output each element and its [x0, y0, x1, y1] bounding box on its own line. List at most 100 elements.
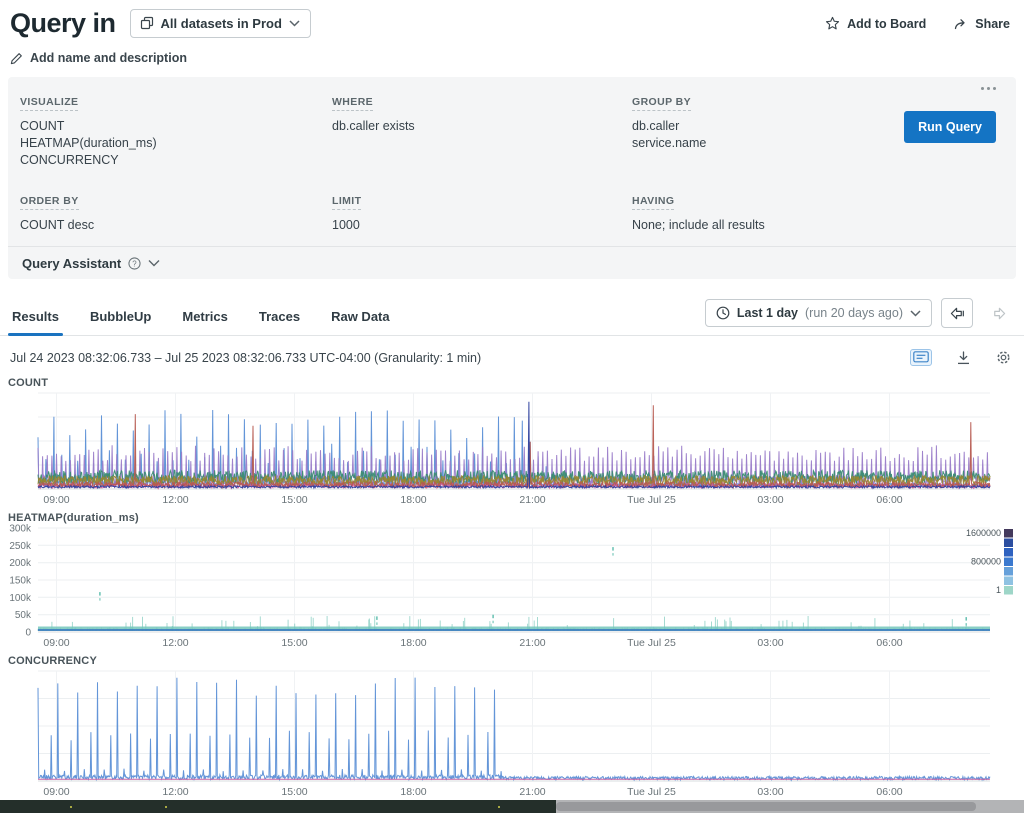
- svg-text:06:00: 06:00: [876, 637, 902, 649]
- results-tabs: Results BubbleUp Metrics Traces Raw Data…: [0, 299, 1024, 336]
- svg-text:03:00: 03:00: [757, 786, 783, 798]
- svg-text:12:00: 12:00: [162, 494, 188, 506]
- svg-text:15:00: 15:00: [281, 494, 307, 506]
- scrollbar-thumb[interactable]: [556, 802, 976, 811]
- svg-text:800000: 800000: [971, 557, 1001, 567]
- heatmap-chart[interactable]: 09:0012:0015:0018:0021:00Tue Jul 2503:00…: [38, 528, 1024, 648]
- dataset-selector-label: All datasets in Prod: [161, 16, 282, 31]
- results-meta-row: Jul 24 2023 08:32:06.733 – Jul 25 2023 0…: [0, 336, 1024, 370]
- count-chart-section: COUNT 09:0012:0015:0018:0021:00Tue Jul 2…: [0, 377, 1024, 505]
- svg-text:1600000: 1600000: [966, 528, 1001, 538]
- query-builder-panel: Run Query VISUALIZE COUNT HEATMAP(durati…: [8, 77, 1016, 246]
- assistant-chevron-down-icon[interactable]: [148, 259, 160, 267]
- heatmap-chart-section: HEATMAP(duration_ms) 09:00 12:00 15:00 18:0…: [0, 512, 1024, 648]
- time-range-value: Last 1 day: [737, 306, 798, 320]
- page-title: Query in: [10, 8, 116, 39]
- results-table-edge: [0, 800, 556, 813]
- having-label: HAVING: [632, 195, 674, 210]
- where-item[interactable]: db.caller exists: [332, 118, 632, 135]
- results-toolbar: [910, 349, 1012, 366]
- add-to-board-label: Add to Board: [847, 17, 926, 31]
- gear-icon[interactable]: [995, 349, 1012, 366]
- svg-text:12:00: 12:00: [162, 786, 188, 798]
- query-history-back-button[interactable]: [941, 298, 973, 328]
- clock-icon: [716, 306, 730, 320]
- query-builder-grid: VISUALIZE COUNT HEATMAP(duration_ms) CON…: [8, 77, 1016, 246]
- run-query-button[interactable]: Run Query: [904, 111, 996, 143]
- where-label: WHERE: [332, 96, 373, 111]
- svg-text:06:00: 06:00: [876, 786, 902, 798]
- arrow-forward-icon: [991, 307, 1006, 320]
- having-item[interactable]: None; include all results: [632, 217, 1004, 234]
- svg-text:0: 0: [25, 628, 31, 639]
- add-name-description-label: Add name and description: [30, 51, 187, 65]
- visualize-label: VISUALIZE: [20, 96, 78, 111]
- visualize-item[interactable]: HEATMAP(duration_ms): [20, 135, 332, 152]
- visualize-item[interactable]: CONCURRENCY: [20, 152, 332, 169]
- share-button[interactable]: Share: [954, 17, 1010, 31]
- help-icon: ?: [128, 257, 141, 270]
- pencil-icon: [10, 52, 23, 65]
- svg-text:09:00: 09:00: [43, 637, 69, 649]
- share-label: Share: [975, 17, 1010, 31]
- download-icon[interactable]: [956, 351, 971, 365]
- datasets-icon: [141, 17, 154, 30]
- limit-item[interactable]: 1000: [332, 217, 632, 234]
- svg-text:21:00: 21:00: [519, 637, 545, 649]
- time-range-note: (run 20 days ago): [805, 306, 903, 320]
- svg-text:300k: 300k: [9, 524, 32, 535]
- tab-traces[interactable]: Traces: [257, 309, 302, 335]
- order-by-item[interactable]: COUNT desc: [20, 217, 332, 234]
- svg-text:18:00: 18:00: [400, 637, 426, 649]
- tab-bubbleup[interactable]: BubbleUp: [88, 309, 153, 335]
- svg-text:200k: 200k: [9, 558, 32, 569]
- query-assistant-label: Query Assistant: [22, 256, 121, 271]
- svg-text:50k: 50k: [15, 610, 32, 621]
- query-assistant-bar[interactable]: Query Assistant ?: [8, 246, 1016, 279]
- svg-text:09:00: 09:00: [43, 494, 69, 506]
- svg-text:18:00: 18:00: [400, 786, 426, 798]
- share-icon: [954, 17, 968, 30]
- add-name-description[interactable]: Add name and description: [0, 39, 1024, 65]
- svg-text:21:00: 21:00: [519, 494, 545, 506]
- query-history-forward-button: [982, 298, 1014, 328]
- svg-text:?: ?: [133, 259, 138, 268]
- svg-text:15:00: 15:00: [281, 637, 307, 649]
- group-by-label: GROUP BY: [632, 96, 691, 111]
- tab-raw-data[interactable]: Raw Data: [329, 309, 392, 335]
- svg-text:Tue Jul 25: Tue Jul 25: [627, 637, 676, 649]
- horizontal-scrollbar[interactable]: [0, 800, 1024, 813]
- limit-label: LIMIT: [332, 195, 361, 210]
- header-actions: Add to Board Share: [825, 16, 1010, 31]
- concurrency-chart-section: CONCURRENCY 09:00 12:00 15:00 18:00 21:00 Tue…: [0, 655, 1024, 797]
- time-chevron-down-icon: [910, 310, 921, 317]
- svg-text:09:00: 09:00: [43, 786, 69, 798]
- svg-text:18:00: 18:00: [400, 494, 426, 506]
- count-chart[interactable]: 09:0012:0015:0018:0021:00Tue Jul 2503:00…: [38, 393, 1024, 505]
- add-to-board-button[interactable]: Add to Board: [825, 16, 926, 31]
- tab-results[interactable]: Results: [10, 309, 61, 335]
- svg-text:12:00: 12:00: [162, 637, 188, 649]
- svg-text:03:00: 03:00: [757, 494, 783, 506]
- tab-metrics[interactable]: Metrics: [180, 309, 230, 335]
- order-by-label: ORDER BY: [20, 195, 79, 210]
- svg-text:100k: 100k: [9, 593, 32, 604]
- dataset-selector[interactable]: All datasets in Prod: [130, 9, 311, 38]
- concurrency-chart-title: CONCURRENCY: [8, 655, 1024, 667]
- where-column: WHERE db.caller exists LIMIT 1000: [332, 92, 632, 234]
- concurrency-chart[interactable]: 09:00 12:00 15:00 18:00 21:00 Tue Jul 25 03:00…: [38, 671, 1024, 797]
- visualize-column: VISUALIZE COUNT HEATMAP(duration_ms) CON…: [20, 92, 332, 234]
- arrow-back-icon: [950, 307, 965, 320]
- time-range-selector[interactable]: Last 1 day (run 20 days ago): [705, 299, 932, 327]
- heatmap-chart-title: HEATMAP(duration_ms): [8, 512, 1024, 524]
- time-controls: Last 1 day (run 20 days ago): [705, 298, 1014, 328]
- svg-text:Tue Jul 25: Tue Jul 25: [627, 786, 676, 798]
- chevron-down-icon: [289, 20, 300, 27]
- panel-overflow-menu[interactable]: [981, 87, 996, 90]
- svg-text:21:00: 21:00: [519, 786, 545, 798]
- annotations-button[interactable]: [910, 349, 932, 366]
- svg-text:06:00: 06:00: [876, 494, 902, 506]
- header: Query in All datasets in Prod Add to Boa…: [0, 0, 1024, 39]
- visualize-item[interactable]: COUNT: [20, 118, 332, 135]
- svg-text:15:00: 15:00: [281, 786, 307, 798]
